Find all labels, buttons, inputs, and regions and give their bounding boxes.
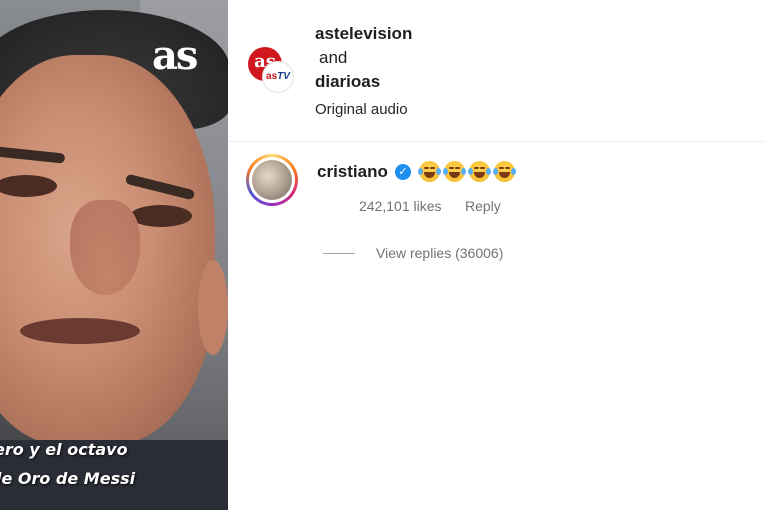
account-joiner-text: and bbox=[319, 48, 348, 67]
video-caption-line-1: ero y el octavo bbox=[0, 440, 128, 459]
account-avatar-as[interactable]: as asTV bbox=[248, 47, 294, 93]
verified-badge-icon: ✓ bbox=[395, 164, 411, 180]
reply-button[interactable]: Reply bbox=[465, 198, 501, 214]
comment-like-count[interactable]: 242,101 likes bbox=[359, 198, 442, 214]
account-link-diarioas[interactable]: diarioas bbox=[315, 72, 380, 92]
account-link-astelevision[interactable]: astelevision bbox=[315, 24, 412, 44]
astv-avatar: asTV bbox=[262, 61, 294, 93]
video-caption-line-2: de Oro de Messi bbox=[0, 469, 136, 488]
view-replies-line bbox=[323, 253, 355, 254]
astv-avatar-tv-text: TV bbox=[277, 71, 290, 82]
video-person-mouth bbox=[20, 318, 140, 344]
video-person-nose bbox=[70, 200, 140, 295]
tears-of-joy-emoji-icon bbox=[468, 161, 491, 182]
view-replies-button[interactable]: View replies (36006) bbox=[376, 245, 503, 261]
commenter-avatar bbox=[252, 160, 292, 200]
comment-username[interactable]: cristiano bbox=[317, 162, 388, 182]
comments-panel: as asTV astelevision and diarioas Origin… bbox=[228, 0, 765, 510]
video-person-ear bbox=[198, 260, 228, 355]
tears-of-joy-emoji-icon bbox=[418, 161, 441, 182]
commenter-avatar-story-ring[interactable] bbox=[246, 154, 298, 206]
video-person-eye bbox=[130, 205, 192, 227]
video-player[interactable]: as ero y el octavo de Oro de Messi bbox=[0, 0, 228, 510]
original-audio-link[interactable]: Original audio bbox=[315, 101, 408, 118]
tears-of-joy-emoji-icon bbox=[443, 161, 466, 182]
as-logo-watermark: as bbox=[152, 32, 198, 79]
tears-of-joy-emoji-icon bbox=[493, 161, 516, 182]
astv-avatar-as-text: as bbox=[266, 71, 278, 82]
comment-text bbox=[418, 161, 516, 183]
divider bbox=[228, 141, 765, 142]
